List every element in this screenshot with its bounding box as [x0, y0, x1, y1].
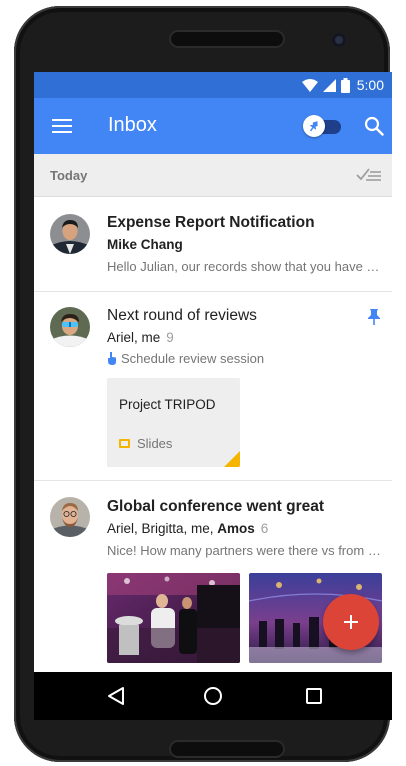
menu-icon[interactable] [52, 117, 72, 135]
attachment-name: Project TRIPOD [119, 397, 216, 412]
page-title: Inbox [108, 114, 157, 136]
compose-fab[interactable] [323, 594, 379, 650]
thread-count: 6 [260, 521, 269, 536]
item-senders: Ariel, Brigitta, me, Amos 6 [107, 521, 268, 536]
senders-text: Ariel, me [107, 330, 161, 345]
item-subject: Global conference went great [107, 498, 325, 515]
avatar [50, 214, 90, 254]
photo-thumbnail[interactable] [107, 573, 240, 663]
wifi-icon [301, 78, 318, 92]
status-bar: 5:00 [34, 72, 392, 98]
avatar [50, 497, 90, 537]
item-senders: Ariel, me 9 [107, 330, 174, 345]
pinned-icon[interactable] [368, 309, 380, 325]
slides-icon [119, 439, 130, 448]
bottom-speaker [169, 740, 285, 758]
sweep-done-icon[interactable] [356, 167, 382, 183]
screen: 5:00 Inbox Today Expense Report Notifica… [34, 72, 392, 720]
attachment-type-label: Slides [137, 436, 173, 451]
item-sender: Mike Chang [107, 237, 183, 252]
app-bar: Inbox [34, 98, 392, 154]
recents-icon [306, 688, 322, 704]
search-icon[interactable] [364, 116, 384, 136]
back-icon [108, 687, 124, 705]
front-camera [332, 33, 346, 47]
sender-name: Mike Chang [107, 237, 183, 252]
home-icon [204, 687, 222, 705]
earpiece-speaker [169, 30, 285, 48]
status-time: 5:00 [356, 77, 384, 93]
pin-toggle[interactable] [303, 115, 341, 137]
system-nav-bar [34, 672, 392, 720]
reminder-hand-icon [108, 352, 116, 365]
section-title: Today [50, 168, 88, 183]
attachment-type: Slides [119, 436, 172, 451]
senders-bold: Amos [217, 521, 255, 536]
avatar [50, 307, 90, 347]
back-button[interactable] [104, 684, 128, 708]
item-snippet: Nice! How many partners were there vs fr… [107, 543, 381, 558]
senders-text: Ariel, Brigitta, me, [107, 521, 218, 536]
attachment-card[interactable]: Project TRIPOD Slides [107, 378, 240, 467]
battery-icon [340, 77, 350, 93]
signal-icon [322, 78, 336, 92]
toggle-knob [303, 115, 325, 137]
recents-button[interactable] [302, 684, 326, 708]
list-item[interactable]: Next round of reviews Ariel, me 9 Schedul… [34, 292, 392, 481]
reminder-text: Schedule review session [121, 351, 265, 366]
plus-icon [344, 615, 358, 629]
home-button[interactable] [201, 684, 225, 708]
item-subject: Expense Report Notification [107, 214, 315, 231]
item-subject: Next round of reviews [107, 307, 257, 324]
pin-icon [309, 121, 318, 132]
thread-count: 9 [166, 330, 174, 345]
page-fold [224, 451, 240, 467]
section-header-today: Today [34, 154, 392, 197]
list-item[interactable]: Expense Report Notification Mike Chang H… [34, 197, 392, 292]
item-snippet: Hello Julian, our records show that you … [107, 259, 381, 274]
reminder-row: Schedule review session [107, 351, 264, 366]
